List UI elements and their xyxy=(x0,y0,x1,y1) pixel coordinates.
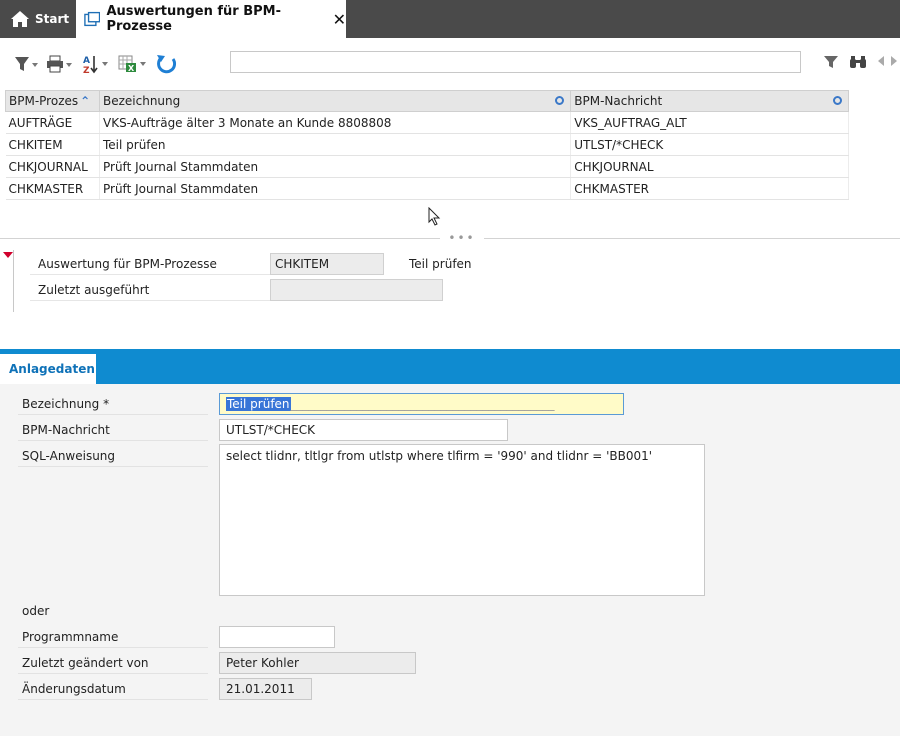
svg-text:Z: Z xyxy=(83,66,90,74)
excel-export-icon: X xyxy=(118,55,146,73)
tab-title: Auswertungen für BPM-Prozesse xyxy=(106,4,281,34)
col-header-label: BPM-Prozes xyxy=(9,94,79,108)
col-header-bpm-process[interactable]: BPM-Prozes ⌃ xyxy=(5,90,100,112)
svg-text:X: X xyxy=(128,64,135,73)
cell-message: CHKJOURNAL xyxy=(570,155,849,178)
aenderungsdatum-field: 21.01.2011 xyxy=(219,678,312,700)
cell-description: Teil prüfen xyxy=(99,133,572,156)
cell-description: Prüft Journal Stammdaten xyxy=(99,155,572,178)
find-button[interactable] xyxy=(849,55,867,72)
splitter-handle[interactable]: ••• xyxy=(440,232,484,244)
bezeichnung-value: Teil prüfen xyxy=(226,397,291,411)
col-header-label: Bezeichnung xyxy=(102,94,181,108)
bpm-nachricht-label: BPM-Nachricht xyxy=(18,419,208,441)
cell-process: CHKJOURNAL xyxy=(5,155,100,178)
table-row[interactable]: AUFTRÄGE VKS-Aufträge älter 3 Monate an … xyxy=(5,111,849,134)
aenderungsdatum-label: Änderungsdatum xyxy=(18,678,208,700)
tab-start[interactable]: Start xyxy=(0,0,74,38)
window-icon xyxy=(84,11,101,27)
binoculars-icon xyxy=(850,56,866,68)
tab-bpm-evaluations[interactable]: Auswertungen für BPM-Prozesse ✕ xyxy=(76,0,346,38)
oder-text: oder xyxy=(22,604,50,618)
cell-message: VKS_AUFTRAG_ALT xyxy=(570,111,849,134)
col-header-label: BPM-Nachricht xyxy=(574,94,663,108)
bezeichnung-field[interactable]: Teil prüfen_____________________________… xyxy=(219,393,624,415)
bezeichnung-label: Bezeichnung * xyxy=(18,393,208,415)
filter-icon xyxy=(15,57,38,71)
evaluation-label: Auswertung für BPM-Prozesse xyxy=(30,253,270,275)
last-executed-field xyxy=(270,279,443,301)
sort-asc-icon[interactable]: ⌃ xyxy=(80,94,90,108)
filter-right-button[interactable] xyxy=(823,55,839,72)
filter-icon xyxy=(824,56,838,68)
sql-label: SQL-Anweisung xyxy=(18,445,208,467)
tab-bar: Start Auswertungen für BPM-Prozesse ✕ xyxy=(0,0,900,38)
table-row[interactable]: CHKITEM Teil prüfen UTLST/*CHECK xyxy=(5,133,849,156)
collapse-marker-icon[interactable] xyxy=(3,252,13,258)
close-tab-button[interactable]: ✕ xyxy=(333,10,346,29)
sql-textarea[interactable]: select tlidnr, tltlgr from utlstp where … xyxy=(219,444,705,596)
col-header-bpm-message[interactable]: BPM-Nachricht xyxy=(570,90,849,112)
programmname-label: Programmname xyxy=(18,626,208,648)
bpm-process-table: BPM-Prozes ⌃ Bezeichnung BPM-Nachricht AU… xyxy=(5,90,849,200)
quick-search-input[interactable] xyxy=(230,51,801,73)
prev-button[interactable] xyxy=(877,55,885,70)
arrow-left-icon xyxy=(878,56,884,66)
sort-az-icon: A Z xyxy=(83,56,108,74)
last-executed-label: Zuletzt ausgeführt xyxy=(30,279,270,301)
cell-message: UTLST/*CHECK xyxy=(570,133,849,156)
mouse-cursor-icon xyxy=(428,207,441,226)
refresh-icon xyxy=(157,55,177,74)
cell-process: CHKITEM xyxy=(5,133,100,156)
arrow-right-icon xyxy=(891,56,897,66)
home-icon xyxy=(11,11,29,27)
cell-process: CHKMASTER xyxy=(5,177,100,200)
column-option-icon[interactable] xyxy=(833,96,842,105)
print-icon xyxy=(47,55,72,73)
cell-message: CHKMASTER xyxy=(570,177,849,200)
export-excel-button[interactable]: X xyxy=(118,54,148,74)
next-button[interactable] xyxy=(890,55,898,70)
cell-description: Prüft Journal Stammdaten xyxy=(99,177,572,200)
programmname-field[interactable] xyxy=(219,626,335,648)
refresh-button[interactable] xyxy=(155,54,179,74)
cell-process: AUFTRÄGE xyxy=(5,111,100,134)
col-header-description[interactable]: Bezeichnung xyxy=(98,90,572,112)
filter-button[interactable] xyxy=(14,54,40,74)
detail-tab-band xyxy=(0,349,900,384)
svg-text:A: A xyxy=(83,56,90,66)
bpm-nachricht-field[interactable]: UTLST/*CHECK xyxy=(219,419,508,441)
cell-description: VKS-Aufträge älter 3 Monate an Kunde 880… xyxy=(99,111,572,134)
sort-button[interactable]: A Z xyxy=(82,54,110,74)
column-option-icon[interactable] xyxy=(555,96,565,105)
print-button[interactable] xyxy=(46,54,74,74)
tab-anlagedaten[interactable]: Anlagedaten xyxy=(0,354,96,384)
table-row[interactable]: CHKJOURNAL Prüft Journal Stammdaten CHKJ… xyxy=(5,155,849,178)
evaluation-code-field: CHKITEM xyxy=(270,253,384,275)
table-row[interactable]: CHKMASTER Prüft Journal Stammdaten CHKMA… xyxy=(5,177,849,200)
evaluation-description: Teil prüfen xyxy=(409,257,472,271)
field-fill: ________________________________________… xyxy=(290,397,555,411)
tab-start-label: Start xyxy=(35,12,70,26)
zuletzt-geaendert-label: Zuletzt geändert von xyxy=(18,652,208,674)
detail-divider xyxy=(13,250,14,312)
zuletzt-geaendert-field: Peter Kohler xyxy=(219,652,416,674)
